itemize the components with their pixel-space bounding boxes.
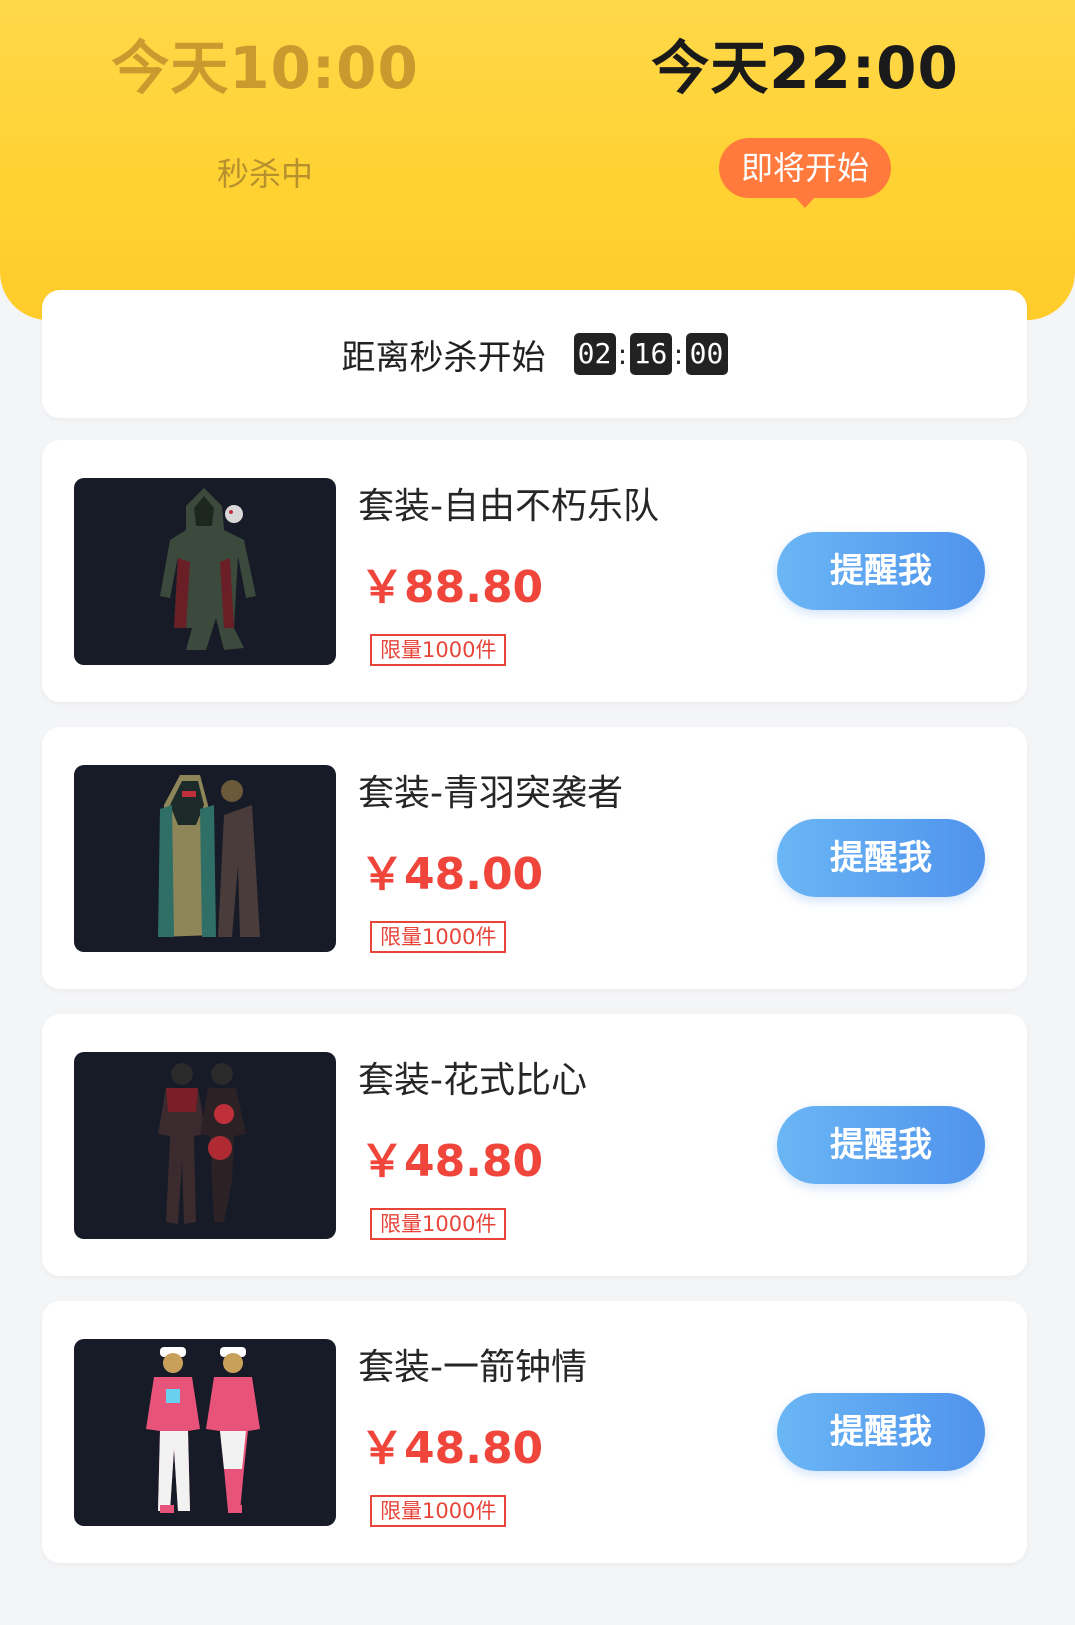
remind-me-button[interactable]: 提醒我 — [777, 1106, 985, 1184]
remind-me-button[interactable]: 提醒我 — [777, 1393, 985, 1471]
session-status-badge: 即将开始 — [718, 138, 891, 208]
remind-me-button[interactable]: 提醒我 — [777, 532, 985, 610]
remind-me-button[interactable]: 提醒我 — [777, 819, 985, 897]
session-tab-1000[interactable]: 今天10:00 秒杀中 — [65, 30, 465, 194]
product-name: 套装-青羽突袭者 — [358, 773, 623, 814]
session-tab-2200[interactable]: 今天22:00 即将开始 — [605, 30, 1005, 208]
countdown-minutes: 16 — [629, 333, 672, 375]
product-card[interactable]: 套装-一箭钟情 ￥48.80 限量1000件 提醒我 — [42, 1301, 1027, 1563]
countdown-separator: : — [617, 337, 628, 371]
product-price: ￥88.80 — [360, 562, 544, 613]
product-image[interactable] — [74, 1339, 336, 1526]
product-card[interactable]: 套装-花式比心 ￥48.80 限量1000件 提醒我 — [42, 1014, 1027, 1276]
product-price: ￥48.00 — [360, 849, 544, 900]
product-name: 套装-自由不朽乐队 — [358, 486, 659, 527]
product-card[interactable]: 套装-青羽突袭者 ￥48.00 限量1000件 提醒我 — [42, 727, 1027, 989]
countdown-hours: 02 — [573, 333, 616, 375]
product-name: 套装-花式比心 — [358, 1060, 587, 1101]
product-price: ￥48.80 — [360, 1423, 544, 1474]
countdown-separator: : — [673, 337, 684, 371]
session-header: 今天10:00 秒杀中 今天22:00 即将开始 — [0, 0, 1075, 320]
session-time: 今天22:00 — [651, 34, 959, 102]
product-image[interactable] — [74, 478, 336, 665]
session-time: 今天10:00 — [111, 34, 419, 102]
session-status: 秒杀中 — [216, 155, 313, 193]
countdown-card: 距离秒杀开始 02 : 16 : 00 — [42, 290, 1027, 418]
limit-badge: 限量1000件 — [370, 1495, 507, 1527]
limit-badge: 限量1000件 — [370, 1208, 507, 1240]
limit-badge: 限量1000件 — [370, 921, 507, 953]
product-image[interactable] — [74, 1052, 336, 1239]
product-card[interactable]: 套装-自由不朽乐队 ￥88.80 限量1000件 提醒我 — [42, 440, 1027, 702]
limit-badge: 限量1000件 — [370, 634, 507, 666]
countdown-seconds: 00 — [685, 333, 728, 375]
countdown-label: 距离秒杀开始 — [341, 337, 546, 378]
product-image[interactable] — [74, 765, 336, 952]
product-price: ￥48.80 — [360, 1136, 544, 1187]
product-name: 套装-一箭钟情 — [358, 1347, 587, 1388]
